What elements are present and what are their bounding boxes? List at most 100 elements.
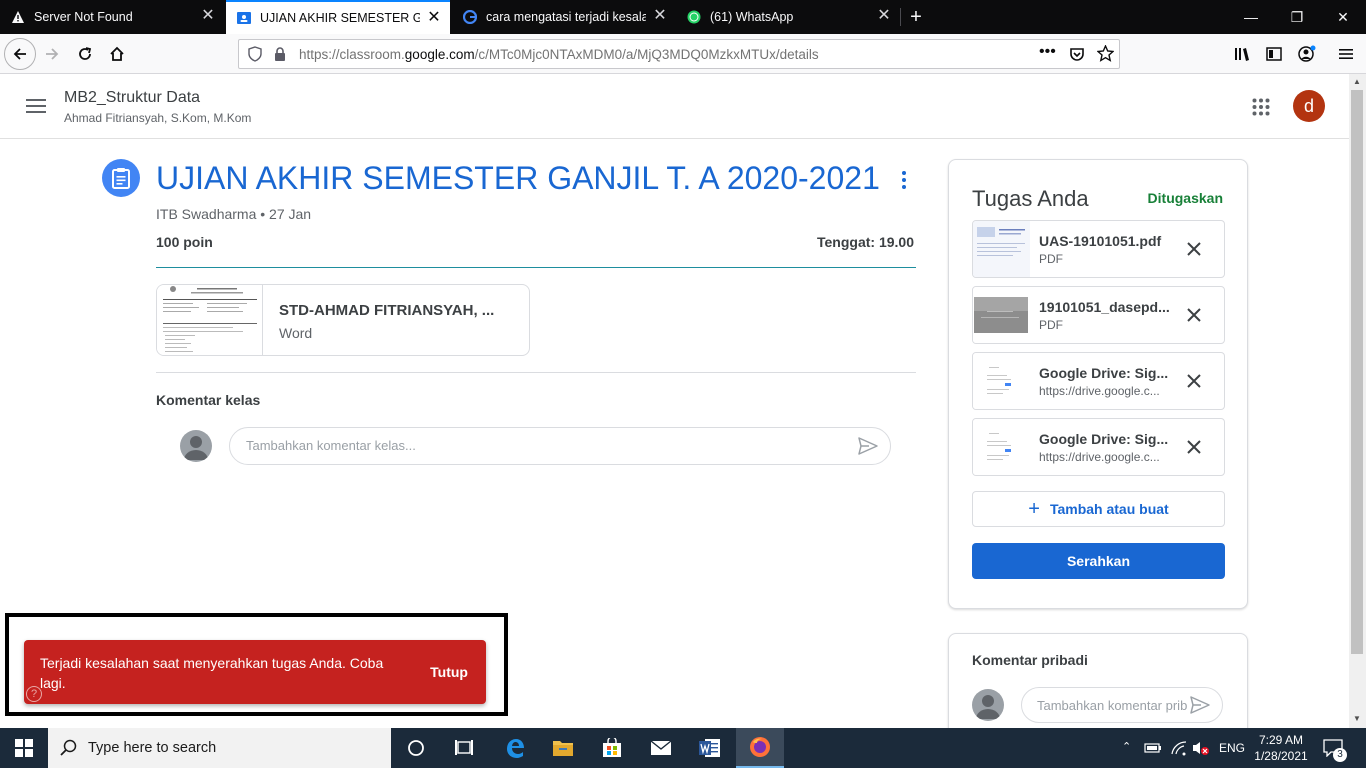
file-name[interactable]: UAS-19101051.pdf <box>1039 233 1169 249</box>
submission-file[interactable]: Google Drive: Sig... https://drive.googl… <box>972 352 1225 410</box>
page-scrollbar[interactable]: ▲ ▼ <box>1349 74 1366 728</box>
tab-whatsapp[interactable]: (61) WhatsApp ✕ <box>676 0 900 34</box>
tab-label: UJIAN AKHIR SEMESTER GANJIL <box>260 11 420 25</box>
private-comment-placeholder: Tambahkan komentar pribadi... <box>1037 698 1187 713</box>
edge-icon[interactable] <box>491 728 539 768</box>
scroll-up-icon[interactable]: ▲ <box>1353 77 1361 86</box>
divider <box>156 372 916 373</box>
file-name[interactable]: Google Drive: Sig... <box>1039 365 1169 381</box>
remove-file-button[interactable] <box>1182 435 1206 459</box>
close-icon <box>1187 308 1201 322</box>
class-name[interactable]: MB2_Struktur Data <box>64 89 200 107</box>
assignment-meta: ITB Swadharma • 27 Jan <box>156 206 312 222</box>
attachment-card[interactable]: STD-AHMAD FITRIANSYAH, ... Word <box>156 284 530 356</box>
file-explorer-icon[interactable] <box>539 728 587 768</box>
submit-button[interactable]: Serahkan <box>972 543 1225 579</box>
url-text[interactable]: https://classroom.google.com/c/MTc0Mjc0N… <box>299 47 819 62</box>
close-icon <box>1187 242 1201 256</box>
wifi-icon[interactable] <box>1170 740 1188 761</box>
send-icon[interactable] <box>1190 696 1210 719</box>
scroll-down-icon[interactable]: ▼ <box>1353 714 1361 723</box>
pocket-icon[interactable] <box>1069 46 1085 67</box>
account-icon[interactable] <box>1298 45 1316 68</box>
taskbar-search-box[interactable]: Type here to search <box>48 728 391 768</box>
file-thumbnail <box>973 287 1030 343</box>
close-tab-icon[interactable]: ✕ <box>426 10 442 26</box>
task-view-icon[interactable] <box>440 728 488 768</box>
private-comment-input[interactable]: Tambahkan komentar pribadi... <box>1021 687 1223 723</box>
word-icon[interactable] <box>686 728 734 768</box>
class-comment-input[interactable]: Tambahkan komentar kelas... <box>229 427 891 465</box>
close-tab-icon[interactable]: ✕ <box>876 8 892 24</box>
warning-icon <box>10 9 26 25</box>
hamburger-menu-icon[interactable] <box>26 98 46 119</box>
page-actions-icon[interactable]: ••• <box>1039 43 1056 61</box>
submission-file[interactable]: Google Drive: Sig... https://drive.googl… <box>972 418 1225 476</box>
add-or-create-button[interactable]: + Tambah atau buat <box>972 491 1225 527</box>
bookmark-star-icon[interactable] <box>1096 44 1115 67</box>
remove-file-button[interactable] <box>1182 303 1206 327</box>
whatsapp-icon <box>686 9 702 25</box>
more-options-icon[interactable] <box>900 170 908 195</box>
back-arrow-icon <box>13 48 26 60</box>
file-url: https://drive.google.c... <box>1039 450 1160 464</box>
store-icon[interactable] <box>588 728 636 768</box>
cortana-icon[interactable] <box>392 728 440 768</box>
file-thumbnail <box>973 353 1030 409</box>
url-bar[interactable]: https://classroom.google.com/c/MTc0Mjc0N… <box>238 39 1120 69</box>
forward-button[interactable] <box>36 38 68 70</box>
close-window-button[interactable]: ✕ <box>1320 0 1366 34</box>
dismiss-button[interactable]: Tutup <box>430 664 468 680</box>
user-avatar <box>180 430 212 462</box>
remove-file-button[interactable] <box>1182 369 1206 393</box>
clock-time: 7:29 AM <box>1258 733 1304 747</box>
attachment-name[interactable]: STD-AHMAD FITRIANSYAH, ... <box>279 302 494 319</box>
battery-icon[interactable] <box>1144 741 1162 760</box>
minimize-button[interactable]: — <box>1228 0 1274 34</box>
remove-file-button[interactable] <box>1182 237 1206 261</box>
close-tab-icon[interactable]: ✕ <box>652 8 668 24</box>
send-icon[interactable] <box>858 437 878 460</box>
sidebar-icon[interactable] <box>1266 46 1282 67</box>
file-thumbnail <box>973 221 1030 277</box>
volume-muted-icon[interactable] <box>1192 740 1210 761</box>
firefox-icon[interactable] <box>736 728 784 768</box>
new-tab-button[interactable]: + <box>898 0 934 34</box>
help-icon[interactable]: ? <box>26 686 42 702</box>
tray-chevron-icon[interactable]: ⌃ <box>1122 740 1131 753</box>
shield-icon[interactable] <box>247 46 263 67</box>
account-avatar[interactable]: d <box>1293 90 1325 122</box>
apps-grid-icon[interactable] <box>1252 98 1270 121</box>
tray-clock[interactable]: 7:29 AM 1/28/2021 <box>1253 732 1309 764</box>
file-name[interactable]: 19101051_dasepd... <box>1039 299 1169 315</box>
menu-icon[interactable] <box>1338 46 1354 67</box>
browser-tab-strip: Server Not Found ✕ UJIAN AKHIR SEMESTER … <box>0 0 1366 34</box>
assignment-title: UJIAN AKHIR SEMESTER GANJIL T. A 2020-20… <box>156 160 880 196</box>
file-name[interactable]: Google Drive: Sig... <box>1039 431 1169 447</box>
close-tab-icon[interactable]: ✕ <box>200 8 216 24</box>
windows-start-icon[interactable] <box>0 728 48 768</box>
close-icon <box>1187 374 1201 388</box>
tab-google-search[interactable]: cara mengatasi terjadi kesalaha ✕ <box>452 0 676 34</box>
file-url: https://drive.google.c... <box>1039 384 1160 398</box>
your-work-card: Tugas Anda Ditugaskan UAS-19101051.pdf P… <box>948 159 1248 609</box>
tab-assignment[interactable]: UJIAN AKHIR SEMESTER GANJIL ✕ <box>226 0 450 34</box>
home-button[interactable] <box>101 38 133 70</box>
restore-button[interactable]: ❐ <box>1274 0 1320 34</box>
classroom-header: MB2_Struktur Data Ahmad Fitriansyah, S.K… <box>0 74 1349 139</box>
input-language[interactable]: ENG <box>1219 741 1245 755</box>
reload-button[interactable] <box>69 38 101 70</box>
library-icon[interactable] <box>1234 46 1250 67</box>
mail-icon[interactable] <box>637 728 685 768</box>
submission-file[interactable]: UAS-19101051.pdf PDF <box>972 220 1225 278</box>
scrollbar-thumb[interactable] <box>1351 90 1363 654</box>
tab-server-not-found[interactable]: Server Not Found ✕ <box>0 0 224 34</box>
submission-file[interactable]: 19101051_dasepd... PDF <box>972 286 1225 344</box>
comment-placeholder: Tambahkan komentar kelas... <box>246 438 416 453</box>
taskbar: Type here to search ⌃ ENG 7:29 AM 1/28/2… <box>0 728 1366 768</box>
back-button[interactable] <box>4 38 36 70</box>
error-message: Terjadi kesalahan saat menyerahkan tugas… <box>40 655 384 691</box>
error-snackbar: Terjadi kesalahan saat menyerahkan tugas… <box>24 640 486 704</box>
notification-count-badge: 3 <box>1333 748 1347 762</box>
lock-icon[interactable] <box>273 46 287 67</box>
